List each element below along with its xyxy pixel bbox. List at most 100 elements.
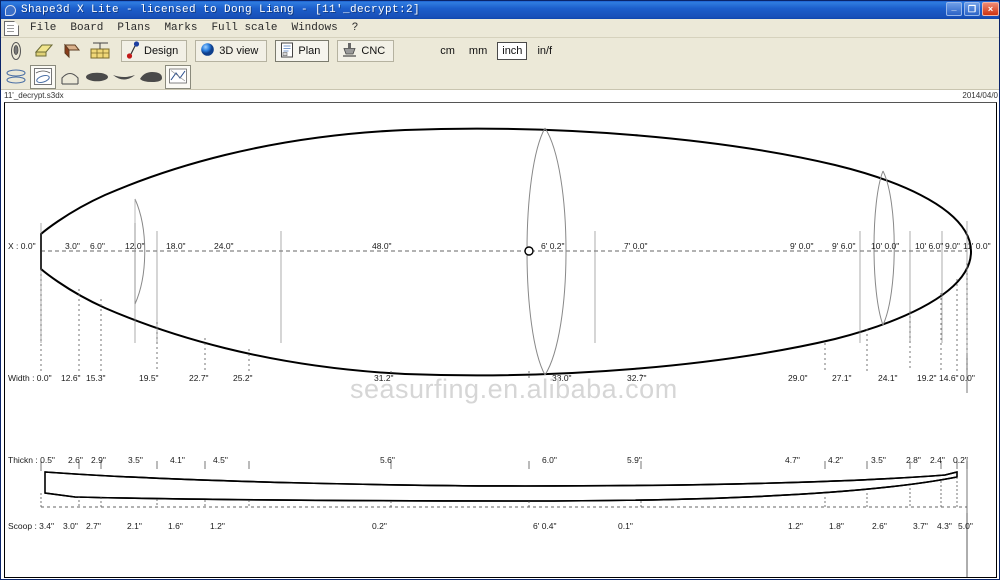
width-value: 19.2" (917, 373, 937, 383)
width-value: 0.0" (960, 373, 975, 383)
width-value: 22.7" (189, 373, 209, 383)
scoop-value: 6' 0.4" (533, 521, 557, 531)
thickness-row-labels: Thickn : 0.5" 2.6" 2.9" 3.5" 4.1" 4.5" 5… (8, 455, 968, 465)
rocker-deck-line (44, 471, 958, 487)
app-icon (4, 4, 17, 17)
board-deck-icon[interactable] (31, 39, 57, 63)
scoop-value: 2.6" (872, 521, 887, 531)
design-mode-label: Design (144, 45, 179, 57)
board-table-icon[interactable] (87, 39, 113, 63)
section-arc-center (544, 127, 567, 376)
close-button[interactable]: × (982, 2, 999, 16)
x-value: 48.0" (372, 241, 392, 251)
cnc-label: CNC (361, 45, 386, 57)
scoop-value: 1.2" (210, 521, 225, 531)
x-row-label: X : 0.0" (8, 241, 36, 251)
cnc-machine-icon (342, 42, 357, 61)
menu-item-plans[interactable]: Plans (110, 21, 157, 35)
width-value: 14.6" (939, 373, 959, 383)
width-drop-lines (40, 263, 968, 378)
sphere-icon (200, 42, 215, 60)
restore-button[interactable]: ❐ (964, 2, 980, 16)
profile-view-icon[interactable] (30, 64, 56, 89)
section-arc-nose (134, 198, 146, 305)
width-value: 25.2" (233, 373, 253, 383)
scoop-row-label: Scoop : 3.4" (8, 521, 54, 531)
unit-inch[interactable]: inch (497, 42, 528, 60)
design-pin-icon (126, 40, 140, 62)
3d-view-label: 3D view (219, 45, 259, 57)
x-value: 9' 6.0" (832, 241, 856, 251)
menu-item-help[interactable]: ? (345, 21, 366, 35)
scoop-value: 0.1" (618, 521, 633, 531)
plan-button[interactable]: Plan (275, 40, 330, 62)
width-value: 15.3" (86, 373, 106, 383)
cnc-button[interactable]: CNC (337, 40, 395, 62)
width-value: 29.0" (788, 373, 808, 383)
thickn-value: 2.4" (930, 455, 945, 465)
x-value: 6' 0.2" (541, 241, 565, 251)
thickn-value: 4.7" (785, 455, 800, 465)
menu-item-file[interactable]: File (23, 21, 63, 35)
document-date: 2014/04/0 (962, 91, 998, 100)
x-value: 7' 0.0" (624, 241, 648, 251)
scoop-value: 5.0" (958, 521, 973, 531)
document-icon-plan (280, 42, 294, 61)
scoop-value: 3.0" (63, 521, 78, 531)
rail-b-icon[interactable] (111, 65, 137, 89)
window-controls: _ ❐ × (946, 2, 999, 16)
thickn-row-label: Thickn : 0.5" (8, 455, 55, 465)
x-row-labels: X : 0.0" 3.0" 6.0" 12.0" 18.0" 24.0" 48.… (8, 241, 991, 251)
menu-item-full-scale[interactable]: Full scale (204, 21, 284, 35)
thickn-value: 3.5" (871, 455, 886, 465)
window-title: Shape3d X Lite - licensed to Dong Liang … (21, 4, 421, 16)
x-value: 18.0" (166, 241, 186, 251)
unit-cm[interactable]: cm (436, 43, 459, 59)
unit-in-ft[interactable]: in/f (533, 43, 556, 59)
minimize-icon: _ (951, 1, 957, 12)
rail-c-icon[interactable] (138, 65, 164, 89)
x-value: 12.0" (125, 241, 145, 251)
board-plan-drawing: X : 0.0" 3.0" 6.0" 12.0" 18.0" 24.0" 48.… (8, 127, 991, 577)
width-value: 12.6" (61, 373, 81, 383)
rail-a-icon[interactable] (84, 65, 110, 89)
main-toolbar: Design 3D view Plan CNC cm mm inch in/f (1, 38, 999, 64)
width-value: 33.0" (552, 373, 572, 383)
center-mark (524, 246, 534, 256)
outline-view-icon[interactable] (3, 65, 29, 89)
width-row-label: Width : 0.0" (8, 373, 52, 383)
thickn-value: 2.8" (906, 455, 921, 465)
scoop-value: 1.6" (168, 521, 183, 531)
minimize-button[interactable]: _ (946, 2, 962, 16)
width-value: 19.5" (139, 373, 159, 383)
3d-view-button[interactable]: 3D view (195, 40, 268, 62)
document-icon (4, 20, 19, 36)
x-value: 3.0" (65, 241, 80, 251)
board-slice-icon[interactable] (59, 39, 85, 63)
title-bar: Shape3d X Lite - licensed to Dong Liang … (1, 1, 999, 19)
design-mode-button[interactable]: Design (121, 40, 188, 62)
thickn-value: 2.9" (91, 455, 106, 465)
scoop-value: 3.7" (913, 521, 928, 531)
menu-bar: File Board Plans Marks Full scale Window… (1, 19, 999, 38)
width-value: 27.1" (832, 373, 852, 383)
board-outline-icon[interactable] (3, 39, 29, 63)
restore-icon: ❐ (967, 3, 977, 14)
document-area: 11'_decrypt.s3dx 2014/04/0 X: 0.0" 3.0"… (1, 90, 999, 579)
scoop-value: 0.2" (372, 521, 387, 531)
thickn-value: 6.0" (542, 455, 557, 465)
x-value: 9.0" (945, 241, 960, 251)
close-icon: × (987, 3, 994, 14)
board-outline-path (40, 127, 972, 377)
plan-canvas[interactable]: X : 0.0" 3.0" 6.0" 12.0" 18.0" 24.0" 48.… (4, 102, 997, 578)
menu-item-marks[interactable]: Marks (157, 21, 204, 35)
thickn-value: 3.5" (128, 455, 143, 465)
chart-icon[interactable] (165, 64, 191, 89)
thickn-value: 2.6" (68, 455, 83, 465)
slice-view-icon[interactable] (57, 65, 83, 89)
menu-item-windows[interactable]: Windows (284, 21, 344, 35)
width-value: 32.7" (627, 373, 647, 383)
unit-mm[interactable]: mm (465, 43, 491, 59)
application-window: Shape3d X Lite - licensed to Dong Liang … (0, 0, 1000, 580)
menu-item-board[interactable]: Board (63, 21, 110, 35)
